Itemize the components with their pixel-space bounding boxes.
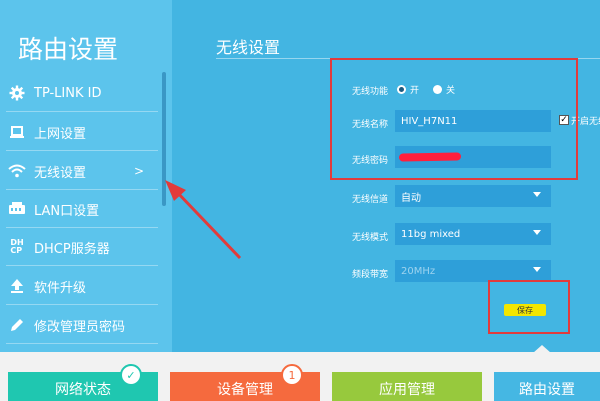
tab-label: 设备管理 xyxy=(217,382,273,398)
tab-label: 应用管理 xyxy=(379,382,435,398)
tab-label: 网络状态 xyxy=(55,382,111,398)
notification-badge: 1 xyxy=(281,364,303,386)
check-icon: ✓ xyxy=(120,364,142,386)
bottom-nav: 网络状态 设备管理 应用管理 路由设置 ✓ 1 xyxy=(0,352,600,401)
tab-app-management[interactable]: 应用管理 xyxy=(332,372,482,401)
tab-label: 路由设置 xyxy=(519,382,575,398)
annotation-arrow xyxy=(165,180,242,260)
tab-router-settings[interactable]: 路由设置 xyxy=(494,372,600,401)
